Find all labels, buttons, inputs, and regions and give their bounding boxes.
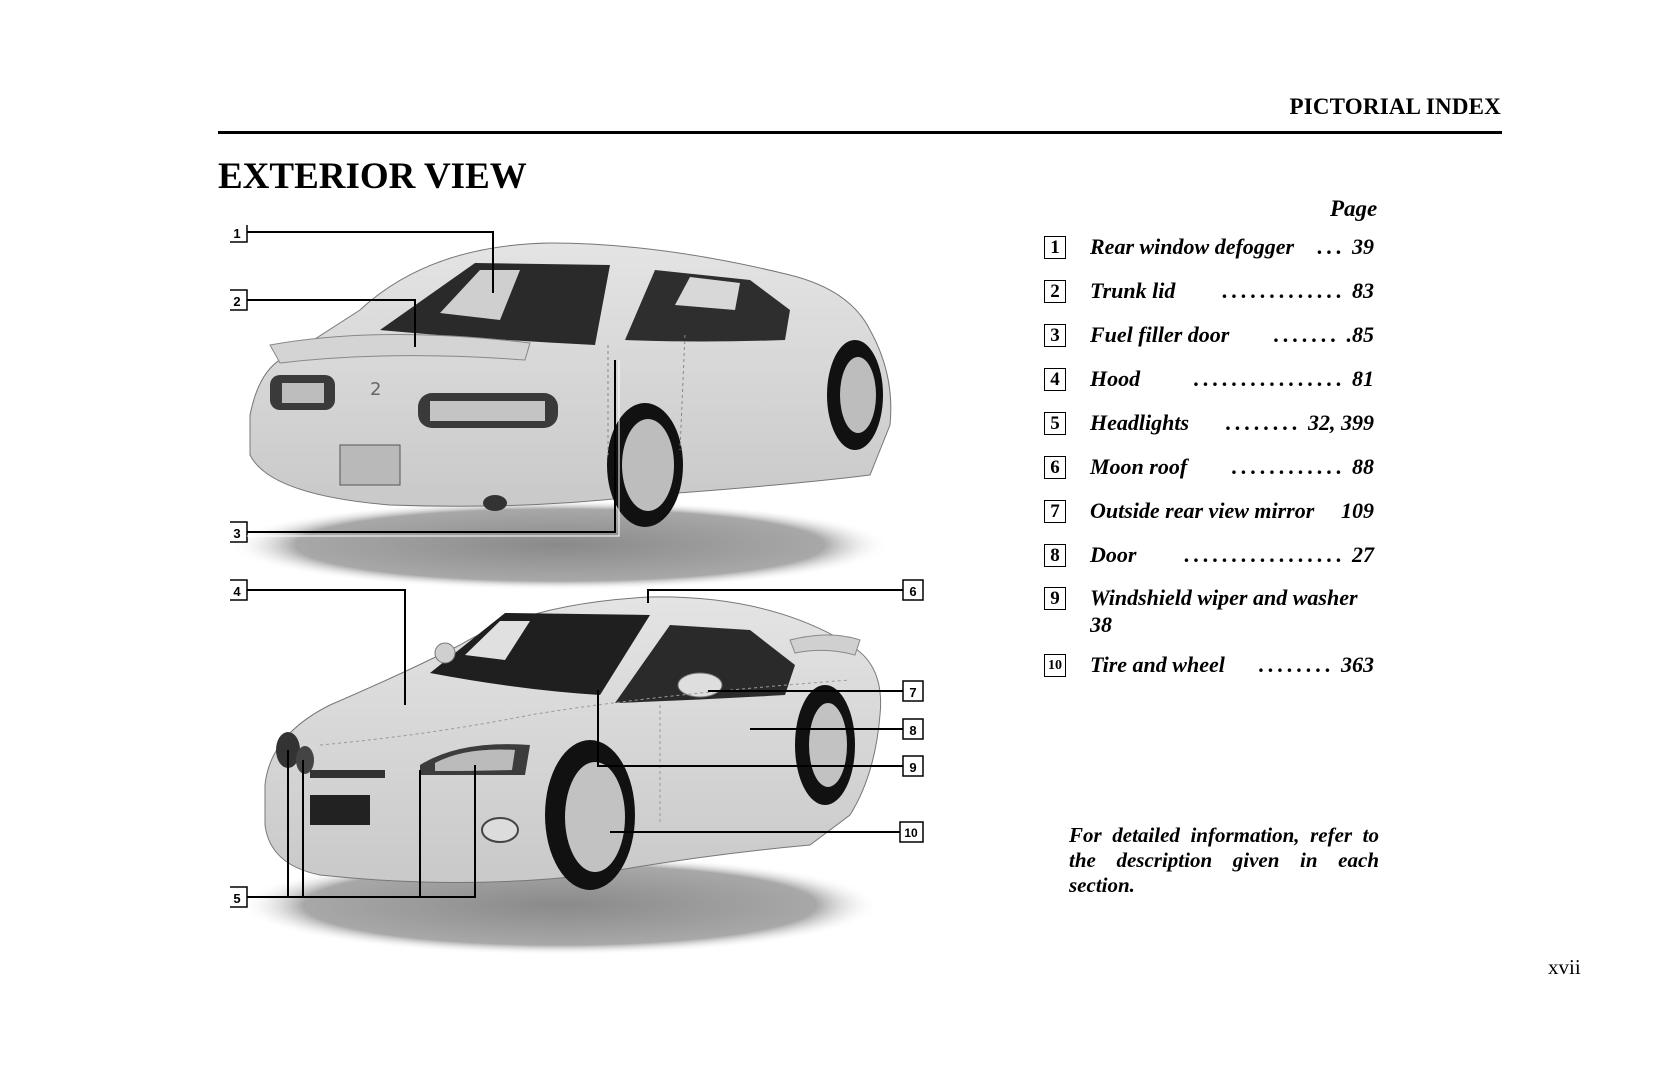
item-page[interactable]: 39 — [1352, 233, 1374, 260]
leader-dots: ....... — [1274, 322, 1341, 347]
item-page[interactable]: .85 — [1347, 321, 1375, 348]
svg-text:2: 2 — [370, 379, 381, 400]
index-item[interactable]: 3 Fuel filler door ....... .85 — [1044, 321, 1384, 348]
item-number: 3 — [1044, 324, 1066, 347]
leader-dots: ........ — [1259, 652, 1335, 677]
index-item[interactable]: 8 Door ................. 27 — [1044, 541, 1384, 568]
svg-text:4: 4 — [233, 584, 241, 599]
item-number: 8 — [1044, 544, 1066, 567]
index-item[interactable]: 9 Windshield wiper and washer 38 — [1044, 585, 1384, 638]
item-page[interactable]: 81 — [1352, 365, 1374, 392]
item-page[interactable]: 88 — [1352, 453, 1374, 480]
page-title: EXTERIOR VIEW — [218, 156, 527, 197]
item-page[interactable]: 27 — [1352, 541, 1374, 568]
leader-dots: ............. — [1222, 278, 1346, 303]
leader-dots — [1314, 497, 1341, 524]
item-label: Windshield wiper and washer — [1090, 585, 1358, 610]
item-number: 2 — [1044, 280, 1066, 303]
leader-dots: ........ — [1226, 410, 1302, 435]
item-number: 9 — [1044, 587, 1066, 610]
item-page[interactable]: 363 — [1341, 651, 1374, 678]
index-item[interactable]: 6 Moon roof ............ 88 — [1044, 453, 1384, 480]
callout-1-label: 1 — [233, 226, 240, 241]
item-label: Headlights — [1090, 410, 1190, 435]
item-label: Rear window defogger — [1090, 234, 1295, 259]
item-label: Outside rear view mirror — [1090, 498, 1315, 523]
item-number: 5 — [1044, 412, 1066, 435]
leader-dots: ................. — [1184, 542, 1346, 567]
page-number: xvii — [1548, 955, 1581, 979]
index-item[interactable]: 7 Outside rear view mirror 109 — [1044, 497, 1384, 524]
item-number: 6 — [1044, 456, 1066, 479]
index-item[interactable]: 1 Rear window defogger ... 39 — [1044, 233, 1384, 260]
leader-dots: ... — [1317, 234, 1346, 259]
item-label: Door — [1090, 542, 1137, 567]
svg-text:3: 3 — [233, 526, 240, 541]
svg-text:2: 2 — [233, 294, 240, 309]
running-header: PICTORIAL INDEX — [1289, 94, 1501, 119]
index-item[interactable]: 5 Headlights ........ 32, 399 — [1044, 409, 1384, 436]
item-label: Moon roof — [1090, 454, 1188, 479]
svg-text:8: 8 — [909, 723, 916, 738]
svg-text:9: 9 — [909, 760, 916, 775]
svg-text:7: 7 — [909, 685, 916, 700]
item-number: 1 — [1044, 236, 1066, 259]
item-label: Hood — [1090, 366, 1141, 391]
front-view-car — [240, 596, 882, 955]
svg-text:10: 10 — [904, 826, 918, 840]
exterior-view-figure: 2 1 2 3 4 5 6 7 8 9 10 — [230, 225, 990, 985]
item-label: Fuel filler door — [1090, 322, 1230, 347]
rear-view-car: 2 — [230, 242, 892, 590]
item-page[interactable]: 83 — [1352, 277, 1374, 304]
leader-dots: ................ — [1194, 366, 1346, 391]
item-page[interactable]: 38 — [1090, 611, 1374, 638]
reference-note: For detailed information, refer to the d… — [1069, 823, 1379, 897]
header-rule — [218, 131, 1502, 134]
svg-text:6: 6 — [909, 584, 916, 599]
item-page[interactable]: 109 — [1341, 497, 1374, 524]
item-number: 7 — [1044, 500, 1066, 523]
svg-text:5: 5 — [233, 891, 240, 906]
item-page[interactable]: 32, 399 — [1308, 409, 1374, 436]
item-number: 10 — [1044, 654, 1066, 677]
item-label: Trunk lid — [1090, 278, 1176, 303]
index-item[interactable]: 4 Hood ................ 81 — [1044, 365, 1384, 392]
index-item[interactable]: 2 Trunk lid ............. 83 — [1044, 277, 1384, 304]
item-number: 4 — [1044, 368, 1066, 391]
leader-dots: ............ — [1232, 454, 1346, 479]
index-item[interactable]: 10 Tire and wheel ........ 363 — [1044, 651, 1384, 678]
item-label: Tire and wheel — [1090, 652, 1225, 677]
page-column-label: Page — [1330, 196, 1378, 221]
